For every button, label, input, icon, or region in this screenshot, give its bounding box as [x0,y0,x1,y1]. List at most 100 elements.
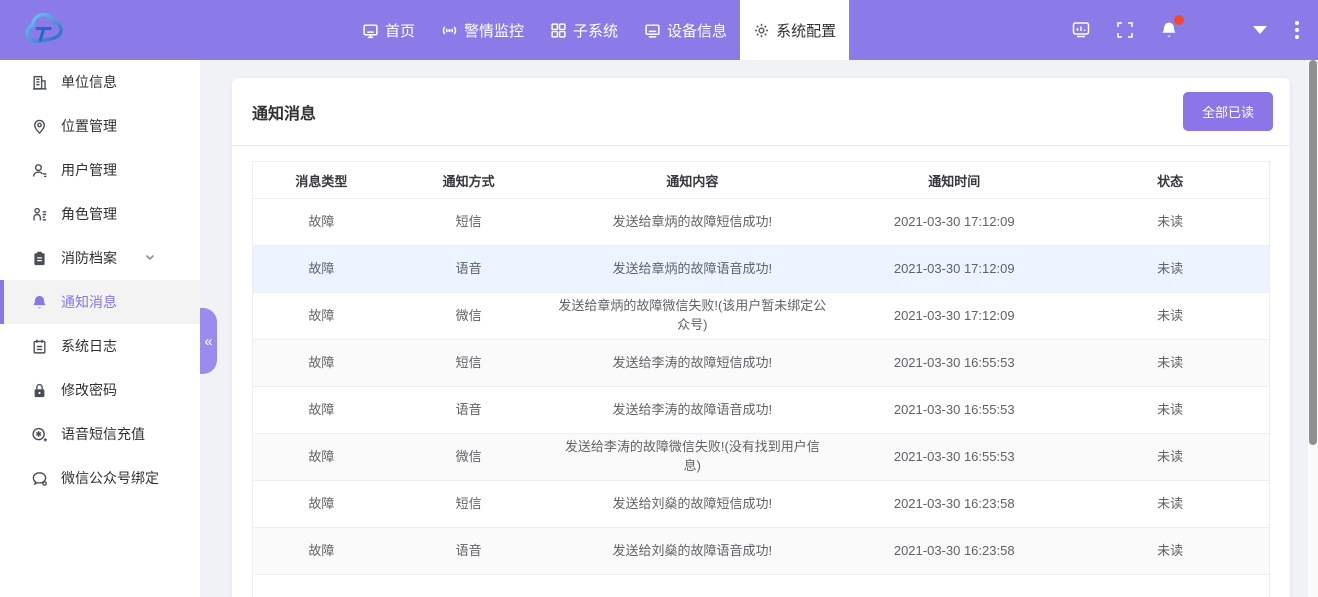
table-cell: 未读 [1071,387,1269,434]
nav-item-system-config[interactable]: 系统配置 [740,0,849,60]
log-icon [31,338,48,355]
table-cell: 语音 [390,387,548,434]
sidebar-item-location[interactable]: 位置管理 [0,104,200,148]
table-cell: 未读 [1071,199,1269,246]
table-cell: 发送给章炳的故障微信失败!(该用户暂未绑定公众号) [547,293,837,340]
table-cell: 微信 [390,293,548,340]
table-cell: 未读 [1071,340,1269,387]
table-cell: 未读 [1071,434,1269,481]
table-cell: 故障 [253,246,390,293]
mark-all-read-button[interactable]: 全部已读 [1183,92,1273,131]
sidebar-item-voice-sms-recharge[interactable]: 语音短信充值 [0,412,200,456]
table-container: 消息类型 通知方式 通知内容 通知时间 状态 故障短信发送给章炳的故障短信成功!… [232,146,1290,597]
sidebar-item-fire-archive[interactable]: 消防档案 [0,236,200,280]
sidebar-item-system-log[interactable]: 系统日志 [0,324,200,368]
fullscreen-icon[interactable] [1113,18,1137,42]
notification-dot [1174,15,1184,25]
role-icon [31,206,48,223]
table-cell: 故障 [253,340,390,387]
sidebar-item-users[interactable]: 用户管理 [0,148,200,192]
nav-item-label: 设备信息 [667,20,727,41]
table-cell: 2021-03-30 17:12:09 [837,293,1071,340]
nav-item-subsystem[interactable]: 子系统 [537,0,631,60]
home-icon [362,22,379,39]
table-row[interactable]: 故障微信发送给李涛的故障微信失败!(没有找到用户信息)2021-03-30 16… [253,434,1270,481]
wechat-icon [31,470,48,487]
table-cell: 发送给章炳的故障短信成功! [547,199,837,246]
sidebar-item-label: 修改密码 [61,380,117,400]
nav-item-label: 首页 [385,20,415,41]
table-cell: 未读 [1071,481,1269,528]
table-cell: 语音 [390,246,548,293]
table-cell: 语音 [390,528,548,575]
data-screen-icon[interactable] [1069,18,1093,42]
table-row[interactable]: 故障语音发送给章炳的故障语音成功!2021-03-30 17:12:09未读 [253,246,1270,293]
sidebar-collapse-toggle[interactable]: « [200,308,217,374]
table-row[interactable]: 故障短信发送给刘燊的故障短信成功!2021-03-30 16:23:58未读 [253,481,1270,528]
location-icon [31,118,48,135]
sidebar-item-notifications[interactable]: 通知消息 [0,280,200,324]
page-scrollbar-track[interactable] [1308,60,1318,597]
page-scrollbar-thumb[interactable] [1309,60,1317,445]
nav-item-device-info[interactable]: 设备信息 [631,0,740,60]
sidebar-item-label: 单位信息 [61,72,117,92]
nav-item-label: 警情监控 [464,20,524,41]
table-cell: 故障 [253,387,390,434]
table-cell: 未读 [1071,293,1269,340]
table-cell [547,575,837,597]
nav-item-alarm-monitor[interactable]: 警情监控 [428,0,537,60]
lock-icon [31,382,48,399]
table-cell: 2021-03-30 16:23:58 [837,481,1071,528]
table-cell: 短信 [390,481,548,528]
sidebar-item-roles[interactable]: 角色管理 [0,192,200,236]
table-row[interactable]: 故障语音发送给刘燊的故障语音成功!2021-03-30 16:23:58未读 [253,528,1270,575]
sidebar-item-label: 通知消息 [61,292,117,312]
sidebar-item-label: 系统日志 [61,336,117,356]
table-cell: 2021-03-30 16:55:53 [837,434,1071,481]
alarm-monitor-icon [441,22,458,39]
column-header-message-type: 消息类型 [253,162,390,199]
nav-item-label: 子系统 [573,20,618,41]
table-cell: 未读 [1071,246,1269,293]
caret-down-icon[interactable] [1253,26,1267,34]
table-row[interactable]: 故障短信发送给章炳的故障短信成功!2021-03-30 17:12:09未读 [253,199,1270,246]
table-row[interactable]: 故障微信发送给章炳的故障微信失败!(该用户暂未绑定公众号)2021-03-30 … [253,293,1270,340]
recharge-icon [31,426,48,443]
table-cell: 2021-03-30 16:23:58 [837,528,1071,575]
table-row[interactable]: 故障短信发送给李涛的故障短信成功!2021-03-30 16:55:53未读 [253,340,1270,387]
table-cell: 发送给李涛的故障短信成功! [547,340,837,387]
sidebar-item-label: 语音短信充值 [61,424,145,444]
table-cell: 2021-03-30 17:12:09 [837,199,1071,246]
cloud-logo [22,11,68,49]
table-cell [253,575,390,597]
table-row[interactable]: 故障语音发送给李涛的故障语音成功!2021-03-30 16:55:53未读 [253,387,1270,434]
table-cell: 发送给刘燊的故障短信成功! [547,481,837,528]
kebab-menu-icon[interactable] [1291,19,1303,41]
building-icon [31,74,48,91]
settings-icon [753,22,770,39]
page-title: 通知消息 [252,100,316,124]
table-row-partial [253,575,1270,597]
sidebar-item-change-password[interactable]: 修改密码 [0,368,200,412]
sidebar-item-unit-info[interactable]: 单位信息 [0,60,200,104]
nav-item-label: 系统配置 [776,20,836,41]
subsystem-icon [550,22,567,39]
main-content: 通知消息 全部已读 消息类型 通知方式 通知内容 通知时间 状态 故障短信发送给 [200,60,1308,597]
column-header-notify-content: 通知内容 [547,162,837,199]
bell-icon[interactable] [1157,18,1181,42]
collapse-icon: « [204,333,212,350]
table-cell: 短信 [390,340,548,387]
sidebar-item-label: 位置管理 [61,116,117,136]
bell-icon [31,294,48,311]
nav-item-home[interactable]: 首页 [349,0,428,60]
sidebar-item-label: 微信公众号绑定 [61,468,159,488]
table-cell [837,575,1071,597]
table-cell: 微信 [390,434,548,481]
table-cell: 发送给刘燊的故障语音成功! [547,528,837,575]
sidebar-item-label: 用户管理 [61,160,117,180]
table-cell: 2021-03-30 17:12:09 [837,246,1071,293]
sidebar-item-label: 消防档案 [61,248,117,268]
table-cell: 发送给李涛的故障语音成功! [547,387,837,434]
table-cell: 发送给李涛的故障微信失败!(没有找到用户信息) [547,434,837,481]
sidebar-item-wechat-binding[interactable]: 微信公众号绑定 [0,456,200,500]
